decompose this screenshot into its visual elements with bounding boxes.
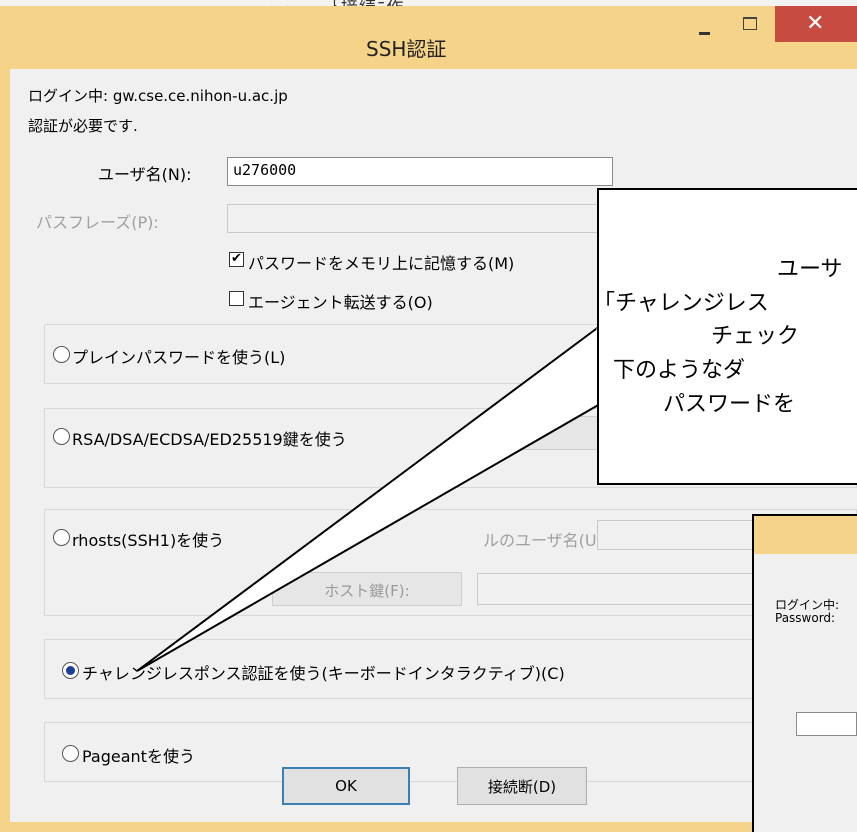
inset-title-bar <box>754 516 857 554</box>
callout-line-3: チェック <box>711 324 800 349</box>
inset-password-label: Password: <box>775 611 836 625</box>
callout-line-4: 下のようなダ <box>613 358 746 383</box>
annotation-callout: ユーサ 「チャレンジレス チェック 下のようなダ パスワードを <box>593 188 857 485</box>
callout-line-1: ユーサ <box>777 257 843 282</box>
inset-password-input[interactable] <box>796 712 857 736</box>
callout-line-2: 「チャレンジレス <box>593 291 769 316</box>
callout-line-5: パスワードを <box>663 392 796 417</box>
password-dialog-inset: ログイン中: Password: <box>752 514 857 832</box>
